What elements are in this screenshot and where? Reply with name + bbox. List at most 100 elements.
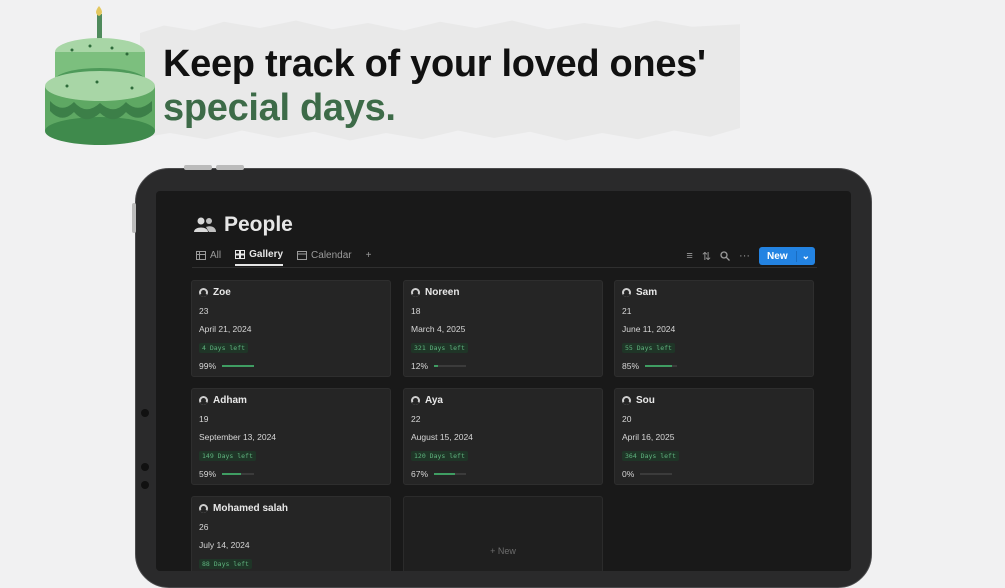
- person-name: Sam: [636, 287, 658, 298]
- birthday-cake-icon: [45, 6, 155, 145]
- days-left-badge: 120 Days left: [411, 451, 468, 461]
- person-card[interactable]: Zoe 23 April 21, 2024 4 Days left 99%: [191, 280, 391, 377]
- avatar-icon: [411, 288, 420, 297]
- avatar-icon: [622, 288, 631, 297]
- person-card[interactable]: Aya 22 August 15, 2024 120 Days left 67%: [403, 388, 603, 485]
- progress-row: 67%: [411, 469, 595, 479]
- progress-row: 99%: [199, 361, 383, 371]
- progress-percent: 0%: [622, 469, 635, 479]
- age: 26: [199, 522, 209, 532]
- headline: Keep track of your loved ones' special d…: [163, 42, 706, 130]
- days-left-badge: 321 Days left: [411, 343, 468, 353]
- avatar-icon: [199, 288, 208, 297]
- progress-fill: [434, 473, 456, 475]
- card-name: Zoe: [199, 287, 383, 298]
- avatar-icon: [622, 396, 631, 405]
- tab-all[interactable]: All: [196, 249, 221, 266]
- progress-percent: 59%: [199, 469, 217, 479]
- progress-percent: 99%: [199, 361, 217, 371]
- person-name: Zoe: [213, 287, 231, 298]
- tablet-button: [184, 165, 212, 170]
- person-card[interactable]: Noreen 18 March 4, 2025 321 Days left 12%: [403, 280, 603, 377]
- new-card-label: + New: [490, 546, 516, 556]
- birthday-date: August 15, 2024: [411, 432, 473, 442]
- people-icon: [194, 217, 216, 232]
- tablet-device: People All Gallery Calendar + ≡ ⇅ ··· Ne…: [132, 165, 872, 588]
- headline-line-1: Keep track of your loved ones': [163, 43, 706, 85]
- avatar-icon: [199, 396, 208, 405]
- progress-row: 85%: [622, 361, 806, 371]
- progress-fill: [645, 365, 673, 367]
- person-card[interactable]: Sou 20 April 16, 2025 364 Days left 0%: [614, 388, 814, 485]
- toolbar: ≡ ⇅ ··· New ⌄: [686, 247, 815, 265]
- days-left-badge: 88 Days left: [199, 559, 252, 569]
- days-left-badge: 364 Days left: [622, 451, 679, 461]
- tab-divider: [192, 267, 817, 268]
- age: 21: [622, 306, 632, 316]
- chevron-down-icon[interactable]: ⌄: [795, 250, 815, 262]
- progress-percent: 67%: [411, 469, 429, 479]
- birthday-date: April 21, 2024: [199, 324, 252, 334]
- days-left-badge: 55 Days left: [622, 343, 675, 353]
- person-name: Adham: [213, 395, 247, 406]
- person-card[interactable]: Mohamed salah 26 July 14, 2024 88 Days left: [191, 496, 391, 571]
- progress-row: 12%: [411, 361, 595, 371]
- camera-dot: [141, 463, 149, 471]
- person-name: Noreen: [425, 287, 460, 298]
- progress-row: 59%: [199, 469, 383, 479]
- age: 18: [411, 306, 421, 316]
- person-name: Aya: [425, 395, 443, 406]
- add-view-button[interactable]: +: [366, 249, 372, 266]
- birthday-date: March 4, 2025: [411, 324, 466, 334]
- tab-label: Gallery: [249, 249, 284, 260]
- camera-dot: [141, 409, 149, 417]
- new-button-label: New: [767, 250, 788, 262]
- gallery-icon: [235, 250, 246, 259]
- plus-icon: +: [365, 250, 372, 261]
- progress-row: 0%: [622, 469, 806, 479]
- tab-gallery[interactable]: Gallery: [235, 249, 284, 266]
- progress-bar: [434, 365, 467, 367]
- progress-bar: [640, 473, 673, 475]
- progress-fill: [222, 473, 241, 475]
- sort-icon[interactable]: ⇅: [702, 250, 711, 263]
- age: 19: [199, 414, 209, 424]
- card-name: Noreen: [411, 287, 595, 298]
- tab-calendar[interactable]: Calendar: [297, 249, 352, 266]
- view-tabs: All Gallery Calendar +: [196, 249, 371, 266]
- tab-label: All: [210, 250, 222, 261]
- progress-bar: [645, 365, 678, 367]
- progress-bar: [434, 473, 467, 475]
- card-name: Sou: [622, 395, 806, 406]
- birthday-date: April 16, 2025: [622, 432, 675, 442]
- card-name: Aya: [411, 395, 595, 406]
- person-name: Mohamed salah: [213, 503, 289, 514]
- filter-icon[interactable]: ≡: [686, 250, 692, 262]
- age: 22: [411, 414, 421, 424]
- days-left-badge: 4 Days left: [199, 343, 249, 353]
- birthday-date: September 13, 2024: [199, 432, 277, 442]
- notion-screen: People All Gallery Calendar + ≡ ⇅ ··· Ne…: [156, 191, 851, 571]
- card-name: Adham: [199, 395, 383, 406]
- progress-percent: 12%: [411, 361, 429, 371]
- birthday-date: June 11, 2024: [622, 324, 676, 334]
- progress-percent: 85%: [622, 361, 640, 371]
- tab-label: Calendar: [311, 250, 352, 261]
- progress-fill: [434, 365, 438, 367]
- search-icon[interactable]: [720, 251, 731, 261]
- birthday-date: July 14, 2024: [199, 540, 250, 550]
- new-button[interactable]: New ⌄: [759, 247, 815, 265]
- tablet-side-button: [132, 203, 136, 233]
- camera-dot: [141, 481, 149, 489]
- person-card[interactable]: Adham 19 September 13, 2024 149 Days left 59…: [191, 388, 391, 485]
- days-left-badge: 149 Days left: [199, 451, 256, 461]
- more-icon[interactable]: ···: [739, 250, 750, 262]
- new-card-button[interactable]: + New: [403, 496, 603, 571]
- avatar-icon: [411, 396, 420, 405]
- person-card[interactable]: Sam 21 June 11, 2024 55 Days left 85%: [614, 280, 814, 377]
- calendar-icon: [297, 251, 308, 260]
- progress-bar: [222, 365, 255, 367]
- progress-fill: [222, 365, 254, 367]
- tablet-button: [216, 165, 244, 170]
- progress-bar: [222, 473, 255, 475]
